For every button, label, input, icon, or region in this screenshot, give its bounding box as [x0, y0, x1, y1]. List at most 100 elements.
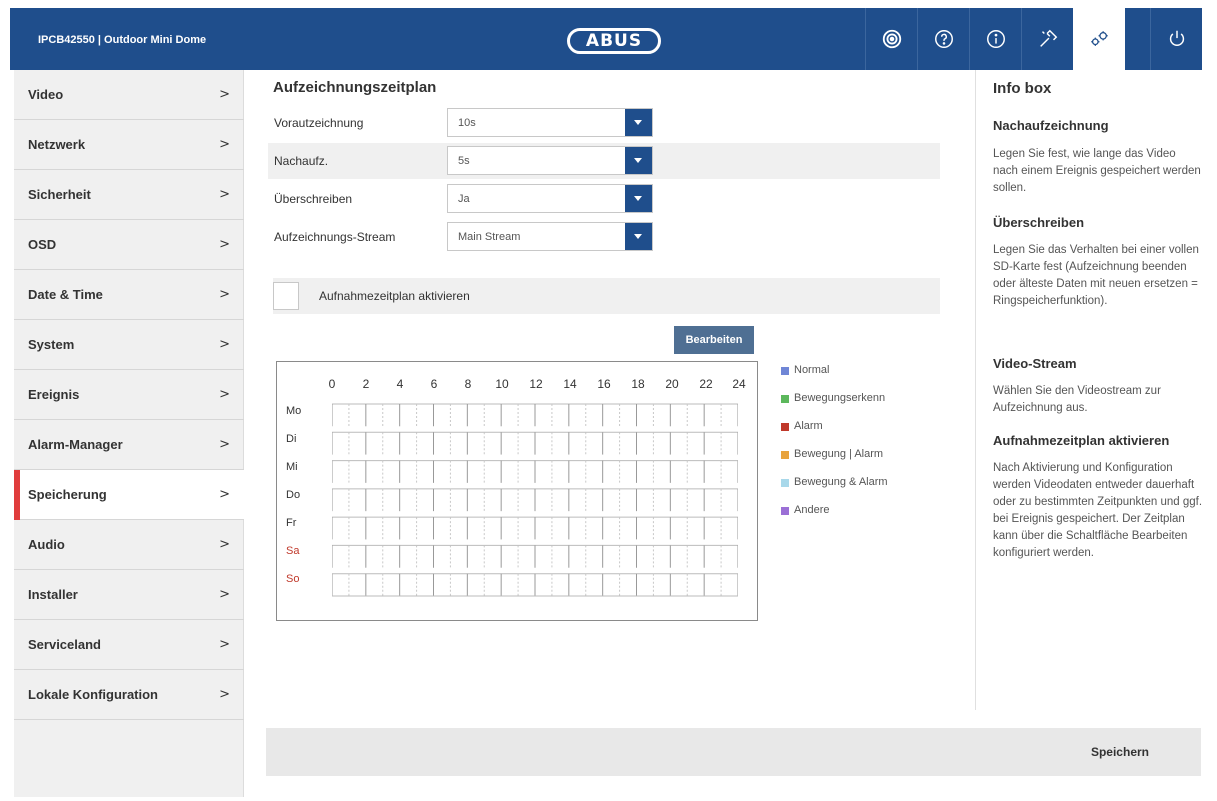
post-recording-select[interactable]: 5s [447, 146, 653, 175]
legend-swatch [781, 479, 789, 487]
day-label-so: So [286, 573, 300, 585]
dropdown-arrow-icon [625, 185, 652, 212]
post-recording-label: Nachaufz. [274, 154, 329, 168]
sidebar-item-label: Video [28, 87, 64, 102]
chevron-right-icon: > [219, 337, 230, 352]
sidebar-item-label: Installer [28, 587, 78, 602]
overwrite-select[interactable]: Ja [447, 184, 653, 213]
activate-schedule-label: Aufnahmezeitplan aktivieren [319, 289, 470, 303]
hour-label: 2 [362, 377, 370, 391]
chevron-right-icon: > [219, 637, 230, 652]
legend-label: Bewegung & Alarm [794, 476, 888, 488]
day-label-mo: Mo [286, 405, 302, 417]
abus-logo: ABUS [567, 28, 661, 54]
sidebar-item-label: Alarm-Manager [28, 437, 123, 452]
legend-label: Normal [794, 364, 830, 376]
sidebar-item-netzwerk[interactable]: Netzwerk > [14, 120, 244, 170]
sidebar-item-label: System [28, 337, 75, 352]
sidebar-item-label: Sicherheit [28, 187, 91, 202]
legend-swatch [781, 367, 789, 375]
day-label-fr: Fr [286, 517, 297, 529]
sidebar-item-label: OSD [28, 237, 57, 252]
sidebar-item-label: Ereignis [28, 387, 80, 402]
settings-gears-icon[interactable] [1073, 8, 1125, 70]
hour-label: 0 [328, 377, 336, 391]
sidebar-item-osd[interactable]: OSD > [14, 220, 244, 270]
camera-lens-icon[interactable] [865, 8, 917, 70]
sidebar-item-label: Netzwerk [28, 137, 86, 152]
hour-label: 16 [597, 377, 611, 391]
overwrite-row: Überschreiben Ja [268, 181, 940, 217]
pre-recording-select[interactable]: 10s [447, 108, 653, 137]
chevron-right-icon: > [219, 587, 230, 602]
sidebar-item-ereignis[interactable]: Ereignis > [14, 370, 244, 420]
info-heading: Überschreiben [993, 215, 1085, 230]
hour-label: 22 [699, 377, 713, 391]
legend-label: Bewegung | Alarm [794, 448, 884, 460]
sidebar-item-speicherung[interactable]: Speicherung > [14, 470, 244, 520]
hour-label: 10 [495, 377, 509, 391]
sidebar-item-installer[interactable]: Installer > [14, 570, 244, 620]
sidebar-item-label: Lokale Konfiguration [28, 687, 158, 702]
legend-swatch [781, 451, 789, 459]
legend-swatch [781, 507, 789, 515]
tools-icon[interactable] [1021, 8, 1073, 70]
day-label-sa: Sa [286, 545, 300, 557]
sidebar-item-serviceland[interactable]: Serviceland > [14, 620, 244, 670]
top-bar: IPCB42550 | Outdoor Mini Dome ABUS [10, 8, 1202, 70]
legend-label: Alarm [794, 420, 823, 432]
hour-label: 20 [665, 377, 679, 391]
sidebar-item-date-time[interactable]: Date & Time > [14, 270, 244, 320]
legend-label: Bewegungserkenn [794, 392, 886, 404]
pre-recording-label: Vorautzeichnung [274, 116, 364, 130]
sidebar-item-sicherheit[interactable]: Sicherheit > [14, 170, 244, 220]
info-heading: Video-Stream [993, 356, 1077, 371]
chevron-right-icon: > [219, 537, 230, 552]
power-icon[interactable] [1150, 8, 1202, 70]
sidebar-item-label: Speicherung [28, 487, 107, 502]
info-text: Wählen Sie den Videostream zur Aufzeichn… [993, 385, 1161, 414]
info-box-title: Info box [993, 80, 1052, 97]
post-recording-value: 5s [458, 155, 470, 167]
chevron-right-icon: > [219, 487, 230, 502]
sidebar-item-label: Date & Time [28, 287, 103, 302]
sidebar: Video > Netzwerk > Sicherheit > OSD > Date &… [14, 70, 244, 797]
footer-bar: Speichern [266, 728, 1201, 776]
legend-swatch [781, 423, 789, 431]
day-label-mi: Mi [286, 461, 298, 473]
save-button[interactable]: Speichern [1091, 745, 1149, 759]
hour-label: 12 [529, 377, 543, 391]
info-text: Nach Aktivierung und Konfiguration werde… [993, 462, 1203, 559]
hour-label: 6 [430, 377, 438, 391]
hour-label: 14 [563, 377, 577, 391]
sidebar-item-audio[interactable]: Audio > [14, 520, 244, 570]
edit-schedule-button[interactable]: Bearbeiten [674, 326, 754, 354]
sidebar-item-lokale-konfiguration[interactable]: Lokale Konfiguration > [14, 670, 244, 720]
day-label-di: Di [286, 433, 297, 445]
chevron-right-icon: > [219, 137, 230, 152]
stream-row: Aufzeichnungs-Stream Main Stream [268, 219, 940, 255]
chevron-right-icon: > [219, 87, 230, 102]
legend-label: Andere [794, 504, 830, 516]
stream-value: Main Stream [458, 231, 521, 243]
sidebar-item-system[interactable]: System > [14, 320, 244, 370]
stream-select[interactable]: Main Stream [447, 222, 653, 251]
info-text: Legen Sie das Verhalten bei einer vollen… [993, 244, 1199, 307]
day-label-do: Do [286, 489, 301, 501]
schedule-time-grid[interactable] [332, 400, 738, 598]
activate-schedule-checkbox[interactable] [273, 282, 299, 310]
legend-swatch [781, 395, 789, 403]
sidebar-item-video[interactable]: Video > [14, 70, 244, 120]
info-icon[interactable] [969, 8, 1021, 70]
hour-label: 4 [396, 377, 404, 391]
pre-recording-row: Vorautzeichnung 10s [268, 105, 940, 141]
sidebar-item-alarm-manager[interactable]: Alarm-Manager > [14, 420, 244, 470]
chevron-right-icon: > [219, 437, 230, 452]
info-heading: Aufnahmezeitplan aktivieren [993, 433, 1170, 448]
post-recording-row: Nachaufz. 5s [268, 143, 940, 179]
help-icon[interactable] [917, 8, 969, 70]
sidebar-item-label: Audio [28, 537, 65, 552]
info-heading: Nachaufzeichnung [993, 118, 1109, 133]
hour-label: 8 [464, 377, 472, 391]
device-title: IPCB42550 | Outdoor Mini Dome [38, 34, 207, 46]
